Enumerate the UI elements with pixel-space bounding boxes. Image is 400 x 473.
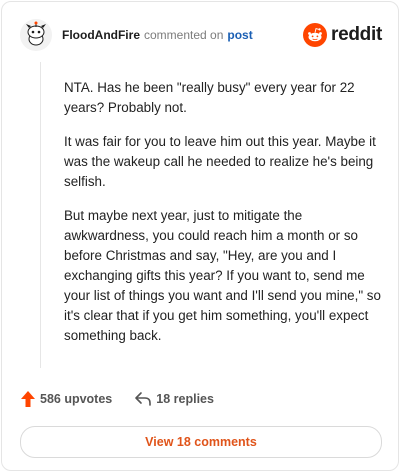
upvote-count: 586 upvotes [40,392,113,406]
comment-paragraph: But maybe next year, just to mitigate th… [64,208,381,343]
comment-paragraph: NTA. Has he been "really busy" every yea… [64,80,355,115]
brand-wordmark: reddit [331,24,382,45]
upvote-button[interactable]: 586 upvotes [20,390,112,408]
username[interactable]: FloodAndFire [62,28,140,42]
view-comments-button[interactable]: View 18 comments [20,426,382,458]
comment-card: FloodAndFire commented on post reddit NT… [1,1,399,471]
action-text: commented on [144,28,224,42]
comment-body: NTA. Has he been "really busy" every yea… [64,78,382,360]
thread-line[interactable] [40,62,41,368]
upvote-arrow-icon [21,391,35,407]
post-link[interactable]: post [227,28,252,42]
comment-footer: 586 upvotes 18 replies [20,390,214,408]
comment-header: FloodAndFire commented on post reddit [20,18,382,52]
reply-count: 18 replies [156,392,214,406]
reddit-brand[interactable]: reddit [303,23,382,47]
reply-arrow-icon [135,392,152,406]
comment-paragraph: It was fair for you to leave him out thi… [64,134,376,189]
snoo-avatar-icon [20,19,52,51]
replies-button[interactable]: 18 replies [134,391,214,407]
reddit-logo-icon [303,23,328,47]
avatar[interactable] [20,19,52,51]
comment-meta: FloodAndFire commented on post [62,28,253,42]
